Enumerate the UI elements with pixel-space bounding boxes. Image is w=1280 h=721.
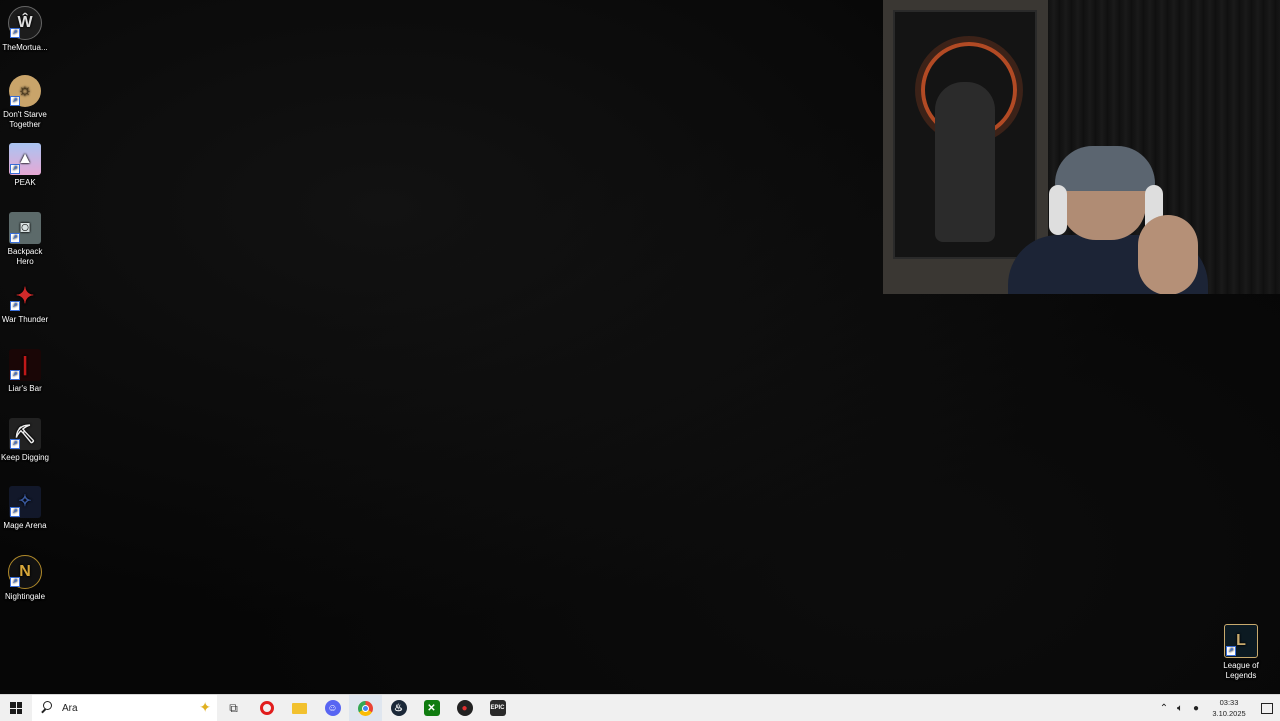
- shortcut-arrow-icon: ↗: [10, 28, 20, 38]
- desktop-icon-label: Don't Starve Together: [3, 110, 47, 129]
- desktop-icon-mage-arena[interactable]: ✧ ↗ Mage Arena: [0, 486, 50, 531]
- war-thunder-icon: ✦ ↗: [9, 280, 41, 312]
- desktop-icon-peak[interactable]: ▲ ↗ PEAK: [0, 143, 50, 188]
- desktop-icon-label: Nightingale: [4, 592, 46, 601]
- liars-bar-icon: | ↗: [9, 349, 41, 381]
- discord-icon: ☺: [324, 700, 341, 716]
- backpack-hero-icon: ◙ ↗: [9, 212, 41, 244]
- webcam-overlay: [883, 0, 1280, 294]
- desktop: Ŵ ↗ TheMortua... ☼ ↗ Don't Starve Together…: [0, 0, 1280, 694]
- taskbar-xbox[interactable]: ✕: [415, 695, 448, 721]
- taskbar-discord[interactable]: ☺: [316, 695, 349, 721]
- taskbar-red-app[interactable]: ●: [448, 695, 481, 721]
- chrome-icon: [358, 700, 373, 716]
- headphone-left: [1049, 185, 1067, 235]
- shortcut-arrow-icon: ↗: [10, 301, 20, 311]
- taskbar-opera[interactable]: [250, 695, 283, 721]
- start-button[interactable]: [0, 695, 32, 721]
- peak-icon: ▲ ↗: [9, 143, 41, 175]
- red-app-icon: ●: [456, 700, 473, 716]
- chevron-up-icon[interactable]: ⌃: [1156, 703, 1172, 714]
- task-view-button[interactable]: ⧉: [217, 695, 250, 721]
- search-highlight-sparkle-icon: ✦: [199, 699, 211, 715]
- opera-icon: [259, 701, 274, 715]
- webcam-person-cap: [1055, 146, 1155, 191]
- dont-starve-icon: ☼ ↗: [9, 75, 41, 107]
- desktop-icon-themortuary[interactable]: Ŵ ↗ TheMortua...: [0, 6, 50, 53]
- search-icon: [40, 701, 54, 715]
- desktop-icon-label: War Thunder: [1, 315, 49, 324]
- desktop-icon-liars-bar[interactable]: | ↗ Liar's Bar: [0, 349, 50, 394]
- epic-games-icon: EPIC: [489, 700, 506, 716]
- nightingale-icon: N ↗: [8, 555, 42, 589]
- desktop-icon-backpack-hero[interactable]: ◙ ↗ Backpack Hero: [0, 212, 50, 267]
- shortcut-arrow-icon: ↗: [10, 233, 20, 243]
- league-of-legends-icon: L ↗: [1224, 624, 1258, 658]
- shortcut-arrow-icon: ↗: [10, 439, 20, 449]
- desktop-icon-dont-starve-together[interactable]: ☼ ↗ Don't Starve Together: [0, 75, 50, 130]
- desktop-icon-keep-digging[interactable]: ⛏ ↗ Keep Digging: [0, 418, 50, 463]
- poster-figure: [935, 82, 995, 242]
- shortcut-arrow-icon: ↗: [1226, 646, 1236, 656]
- search-placeholder: Ara: [62, 702, 78, 714]
- taskbar-file-explorer[interactable]: [283, 695, 316, 721]
- desktop-icon-label: TheMortua...: [2, 43, 48, 52]
- desktop-icon-league-of-legends[interactable]: L ↗ League of Legends: [1216, 624, 1266, 681]
- windows-logo-icon: [10, 702, 22, 714]
- desktop-icon-label: League of Legends: [1223, 661, 1259, 680]
- desktop-icon-label: Liar's Bar: [8, 384, 42, 393]
- notification-icon: [1261, 702, 1273, 714]
- mage-arena-icon: ✧ ↗: [9, 486, 41, 518]
- notifications-button[interactable]: [1254, 702, 1280, 714]
- shortcut-arrow-icon: ↗: [10, 96, 20, 106]
- desktop-icon-war-thunder[interactable]: ✦ ↗ War Thunder: [0, 280, 50, 325]
- folder-icon: [292, 702, 307, 714]
- clock-date: 3.10.2025: [1212, 709, 1246, 718]
- desktop-icon-label: PEAK: [14, 178, 36, 187]
- desktop-icon-nightingale[interactable]: N ↗ Nightingale: [0, 555, 50, 602]
- webcam-poster: [893, 10, 1037, 259]
- taskbar-search-box[interactable]: Ara ✦: [32, 695, 217, 721]
- shortcut-arrow-icon: ↗: [10, 507, 20, 517]
- taskbar: Ara ✦ ⧉ ☺ ♨ ✕ ● EPIC ⌃ 🔈︎ ● 03:33 3.10.2…: [0, 694, 1280, 721]
- webcam-person-hand: [1138, 215, 1198, 294]
- taskbar-chrome[interactable]: [349, 695, 382, 721]
- taskbar-clock[interactable]: 03:33 3.10.2025: [1204, 697, 1254, 719]
- desktop-icon-label: Mage Arena: [3, 521, 47, 530]
- shortcut-arrow-icon: ↗: [10, 577, 20, 587]
- taskbar-steam[interactable]: ♨: [382, 695, 415, 721]
- clock-time: 03:33: [1219, 698, 1239, 707]
- shortcut-arrow-icon: ↗: [10, 164, 20, 174]
- system-tray: ⌃ 🔈︎ ● 03:33 3.10.2025: [1156, 695, 1280, 721]
- desktop-icon-label: Backpack Hero: [7, 247, 43, 266]
- taskbar-epic-games[interactable]: EPIC: [481, 695, 514, 721]
- microphone-icon[interactable]: ●: [1188, 703, 1204, 714]
- speaker-icon[interactable]: 🔈︎: [1172, 703, 1188, 714]
- themortuary-icon: Ŵ ↗: [8, 6, 42, 40]
- keep-digging-icon: ⛏ ↗: [9, 418, 41, 450]
- xbox-icon: ✕: [423, 700, 440, 716]
- desktop-icon-label: Keep Digging: [0, 453, 50, 462]
- task-view-icon: ⧉: [229, 700, 238, 715]
- steam-icon: ♨: [390, 700, 407, 716]
- shortcut-arrow-icon: ↗: [10, 370, 20, 380]
